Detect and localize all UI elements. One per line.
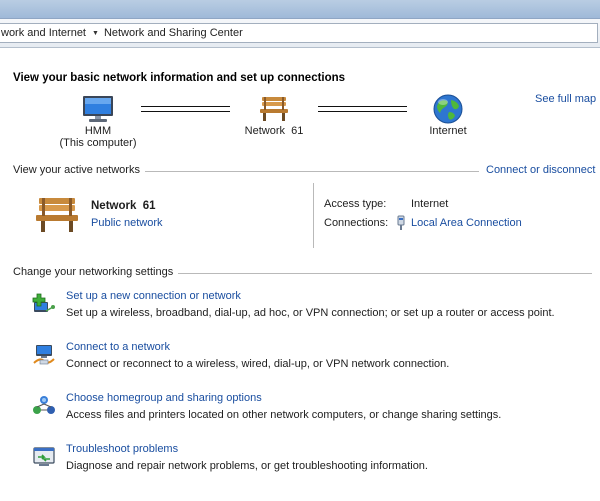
active-network-name: Network 61: [91, 200, 156, 212]
connect-network-icon: [33, 345, 55, 365]
see-full-map-link[interactable]: See full map: [535, 93, 596, 105]
computer-icon: [83, 96, 113, 122]
active-networks-heading: View your active networks: [13, 164, 140, 176]
homegroup-description: Access files and printers located on oth…: [66, 409, 502, 421]
task-homegroup: Choose homegroup and sharing options Acc…: [30, 392, 590, 428]
setup-connection-description: Set up a wireless, broadband, dial-up, a…: [66, 307, 555, 319]
breadcrumb-item-network-and-internet[interactable]: work and Internet: [1, 27, 86, 39]
network-map-name: Network 61: [244, 125, 304, 137]
map-internet[interactable]: Internet: [408, 94, 488, 137]
task-troubleshoot: Troubleshoot problems Diagnose and repai…: [30, 443, 590, 479]
breadcrumb-separator-icon[interactable]: ▼: [92, 30, 99, 37]
setup-connection-link[interactable]: Set up a new connection or network: [66, 290, 241, 302]
breadcrumb-item-network-sharing-center[interactable]: Network and Sharing Center: [104, 27, 243, 39]
task-connect-network: Connect to a network Connect or reconnec…: [30, 341, 590, 377]
troubleshoot-icon: [33, 447, 55, 466]
access-type-value: Internet: [411, 198, 449, 210]
map-computer[interactable]: HMM (This computer): [58, 94, 138, 149]
page-title: View your basic network information and …: [13, 72, 346, 84]
access-type-label: Access type:: [324, 198, 387, 210]
computer-subtitle: (This computer): [59, 137, 137, 149]
address-bar: work and Internet ▼ Network and Sharing …: [0, 19, 600, 48]
bench-icon: [260, 97, 288, 121]
task-setup-connection: Set up a new connection or network Set u…: [30, 290, 590, 326]
homegroup-link[interactable]: Choose homegroup and sharing options: [66, 392, 262, 404]
active-networks-divider: [145, 171, 479, 172]
connect-or-disconnect-link[interactable]: Connect or disconnect: [486, 164, 595, 176]
settings-divider: [178, 273, 592, 274]
internet-map-name: Internet: [429, 125, 467, 137]
bench-icon: [36, 198, 78, 232]
map-network[interactable]: Network 61: [234, 94, 314, 137]
network-adapter-icon: [397, 215, 405, 230]
troubleshoot-link[interactable]: Troubleshoot problems: [66, 443, 178, 455]
homegroup-icon: [33, 396, 55, 414]
network-type-link[interactable]: Public network: [91, 217, 163, 229]
connections-label: Connections:: [324, 217, 389, 229]
connect-network-link[interactable]: Connect to a network: [66, 341, 170, 353]
local-area-connection-link[interactable]: Local Area Connection: [411, 217, 522, 229]
breadcrumb[interactable]: work and Internet ▼ Network and Sharing …: [0, 23, 598, 43]
connect-network-description: Connect or reconnect to a wireless, wire…: [66, 358, 450, 370]
globe-icon: [433, 94, 463, 124]
map-connection-line-2: [318, 106, 407, 112]
settings-heading: Change your networking settings: [13, 266, 174, 278]
troubleshoot-description: Diagnose and repair network problems, or…: [66, 460, 428, 472]
computer-name: HMM: [84, 125, 112, 137]
active-networks-vertical-divider: [313, 183, 314, 248]
new-connection-icon: [32, 293, 55, 312]
map-connection-line-1: [141, 106, 230, 112]
window-title-bar: [0, 0, 600, 19]
